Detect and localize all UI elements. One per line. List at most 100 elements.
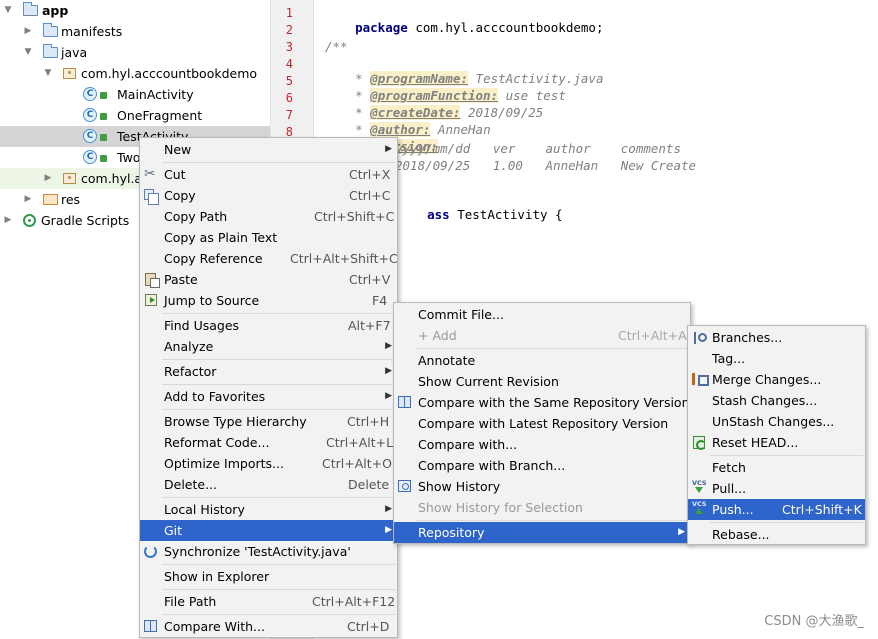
menu-item-annotate[interactable]: Annotate bbox=[394, 350, 690, 371]
menu-item-optimize-imports[interactable]: Optimize Imports... Ctrl+Alt+O bbox=[140, 453, 397, 474]
menu-item-synchronize[interactable]: Synchronize 'TestActivity.java' bbox=[140, 541, 397, 562]
code-line: yyyy/mm/dd ver author comments bbox=[395, 141, 681, 156]
tree-item-onefragment[interactable]: C OneFragment bbox=[0, 105, 270, 126]
tree-item-label: Gradle Scripts bbox=[41, 213, 130, 228]
menu-separator bbox=[162, 409, 395, 410]
menu-item-push[interactable]: VCS Push... Ctrl+Shift+K bbox=[688, 499, 865, 520]
menu-item-unstash-changes[interactable]: UnStash Changes... bbox=[688, 411, 865, 432]
menu-item-label: New bbox=[164, 142, 192, 157]
chevron-down-icon[interactable]: ▼ bbox=[42, 63, 54, 84]
keyword: package bbox=[355, 20, 408, 35]
menu-item-label: + Add bbox=[418, 328, 457, 343]
chevron-right-icon[interactable]: ▶ bbox=[22, 21, 34, 42]
folder-icon bbox=[43, 44, 58, 58]
menu-item-label: Analyze bbox=[164, 339, 214, 354]
code-text: TestActivity { bbox=[449, 207, 563, 222]
menu-item-shortcut: Ctrl+V bbox=[349, 272, 391, 287]
tree-item-package[interactable]: ▼ com.hyl.acccountbookdemo bbox=[0, 63, 270, 84]
tree-item-app[interactable]: ▼ app bbox=[0, 0, 270, 21]
menu-item-label: Compare With... bbox=[164, 619, 265, 634]
copy-icon bbox=[144, 189, 159, 205]
menu-item-fetch[interactable]: Fetch bbox=[688, 457, 865, 478]
menu-item-label: Paste bbox=[164, 272, 198, 287]
menu-item-shortcut: Ctrl+C bbox=[349, 188, 391, 203]
git-submenu: Commit File... + Add Ctrl+Alt+A Annotate… bbox=[393, 302, 691, 544]
menu-item-pull[interactable]: VCS Pull... bbox=[688, 478, 865, 499]
menu-item-label: Compare with... bbox=[418, 437, 518, 452]
package-icon bbox=[63, 173, 76, 184]
menu-item-copy-reference[interactable]: Copy Reference Ctrl+Alt+Shift+C bbox=[140, 248, 398, 269]
menu-item-file-path[interactable]: File Path Ctrl+Alt+F12 bbox=[140, 591, 397, 612]
code-line: 2018/09/25 1.00 AnneHan New Create bbox=[395, 158, 697, 173]
lock-icon bbox=[100, 113, 107, 120]
menu-item-merge-changes[interactable]: Merge Changes... bbox=[688, 369, 865, 390]
menu-item-shortcut: Ctrl+Alt+L bbox=[326, 435, 394, 450]
menu-item-new[interactable]: New ▶ bbox=[140, 139, 397, 160]
menu-item-refactor[interactable]: Refactor ▶ bbox=[140, 361, 397, 382]
menu-item-label: Reset HEAD... bbox=[712, 435, 799, 450]
menu-item-show-in-explorer[interactable]: Show in Explorer bbox=[140, 566, 397, 587]
chevron-right-icon[interactable]: ▶ bbox=[2, 210, 14, 231]
menu-item-add[interactable]: + Add Ctrl+Alt+A bbox=[394, 325, 690, 346]
watermark: CSDN @大渔歌_ bbox=[764, 614, 864, 629]
submenu-arrow-icon: ▶ bbox=[385, 504, 392, 514]
menu-item-copy-as-plain-text[interactable]: Copy as Plain Text bbox=[140, 227, 397, 248]
menu-item-label: Branches... bbox=[712, 330, 783, 345]
menu-item-label: Optimize Imports... bbox=[164, 456, 284, 471]
menu-item-shortcut: Ctrl+Shift+K bbox=[782, 502, 862, 517]
menu-item-label: Browse Type Hierarchy bbox=[164, 414, 307, 429]
menu-item-show-current-revision[interactable]: Show Current Revision bbox=[394, 371, 690, 392]
menu-item-reset-head[interactable]: Reset HEAD... bbox=[688, 432, 865, 453]
tree-item-manifests[interactable]: ▶ manifests bbox=[0, 21, 270, 42]
menu-item-repository[interactable]: Repository ▶ bbox=[394, 522, 690, 543]
menu-item-cut[interactable]: ✂ Cut Ctrl+X bbox=[140, 164, 397, 185]
menu-item-label: Merge Changes... bbox=[712, 372, 822, 387]
compare-icon bbox=[144, 620, 157, 632]
vcs-label: VCS bbox=[692, 500, 707, 508]
menu-item-compare-with-branch[interactable]: Compare with Branch... bbox=[394, 455, 690, 476]
menu-item-shortcut: Ctrl+X bbox=[349, 167, 391, 182]
menu-item-reformat-code[interactable]: Reformat Code... Ctrl+Alt+L bbox=[140, 432, 397, 453]
menu-item-browse-type-hierarchy[interactable]: Browse Type Hierarchy Ctrl+H bbox=[140, 411, 397, 432]
menu-item-compare-with[interactable]: Compare with... bbox=[394, 434, 690, 455]
menu-separator bbox=[162, 359, 395, 360]
menu-item-git[interactable]: Git ▶ bbox=[140, 520, 397, 541]
cut-icon: ✂ bbox=[144, 166, 156, 182]
repository-submenu: Branches... Tag... Merge Changes... Stas… bbox=[687, 325, 866, 545]
menu-item-show-history-selection[interactable]: Show History for Selection bbox=[394, 497, 690, 518]
package-icon bbox=[63, 68, 76, 79]
menu-item-label: Synchronize 'TestActivity.java' bbox=[164, 544, 351, 559]
menu-item-delete[interactable]: Delete... Delete bbox=[140, 474, 397, 495]
menu-item-label: Copy Path bbox=[164, 209, 228, 224]
chevron-down-icon[interactable]: ▼ bbox=[22, 42, 34, 63]
menu-item-label: Copy bbox=[164, 188, 196, 203]
menu-item-label: Annotate bbox=[418, 353, 476, 368]
chevron-down-icon[interactable]: ▼ bbox=[2, 0, 14, 21]
menu-item-commit-file[interactable]: Commit File... bbox=[394, 304, 690, 325]
menu-item-copy[interactable]: Copy Ctrl+C bbox=[140, 185, 397, 206]
menu-item-label: Fetch bbox=[712, 460, 746, 475]
menu-item-local-history[interactable]: Local History ▶ bbox=[140, 499, 397, 520]
chevron-right-icon[interactable]: ▶ bbox=[22, 189, 34, 210]
menu-item-compare-same-repo-version[interactable]: Compare with the Same Repository Version bbox=[394, 392, 690, 413]
submenu-arrow-icon: ▶ bbox=[385, 525, 392, 535]
line-number: 4 bbox=[285, 57, 293, 71]
menu-item-label: Repository bbox=[418, 525, 485, 540]
menu-item-find-usages[interactable]: Find Usages Alt+F7 bbox=[140, 315, 397, 336]
history-icon bbox=[398, 480, 411, 492]
menu-item-analyze[interactable]: Analyze ▶ bbox=[140, 336, 397, 357]
chevron-right-icon[interactable]: ▶ bbox=[42, 168, 54, 189]
tree-item-java[interactable]: ▼ java bbox=[0, 42, 270, 63]
tree-item-mainactivity[interactable]: C MainActivity bbox=[0, 84, 270, 105]
menu-item-jump-to-source[interactable]: Jump to Source F4 bbox=[140, 290, 397, 311]
menu-item-show-history[interactable]: Show History bbox=[394, 476, 690, 497]
menu-item-copy-path[interactable]: Copy Path Ctrl+Shift+C bbox=[140, 206, 397, 227]
menu-item-add-to-favorites[interactable]: Add to Favorites ▶ bbox=[140, 386, 397, 407]
menu-item-rebase[interactable]: Rebase... bbox=[688, 524, 865, 545]
menu-item-tag[interactable]: Tag... bbox=[688, 348, 865, 369]
menu-item-branches[interactable]: Branches... bbox=[688, 327, 865, 348]
menu-item-paste[interactable]: Paste Ctrl+V bbox=[140, 269, 397, 290]
menu-item-stash-changes[interactable]: Stash Changes... bbox=[688, 390, 865, 411]
menu-item-compare-latest-repo-version[interactable]: Compare with Latest Repository Version bbox=[394, 413, 690, 434]
menu-item-compare-with[interactable]: Compare With... Ctrl+D bbox=[140, 616, 397, 637]
